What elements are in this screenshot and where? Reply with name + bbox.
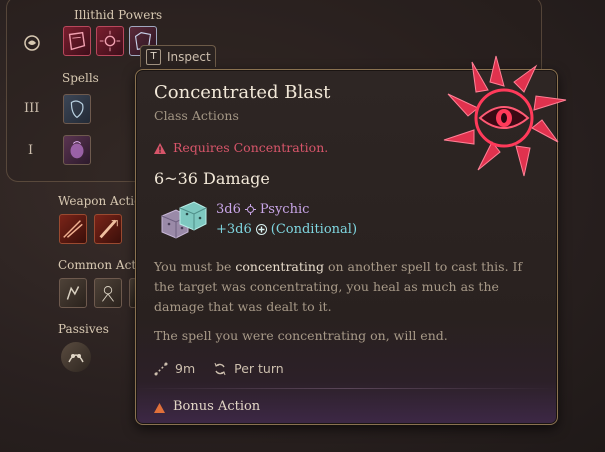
common-action-slot-1[interactable]: [59, 278, 87, 308]
inspect-tab[interactable]: T Inspect: [140, 45, 216, 67]
damage-line-psychic: 3d6 Psychic: [216, 202, 309, 217]
concentrated-blast-spell-icon: [438, 52, 572, 182]
illithid-power-slot-1[interactable]: [63, 26, 91, 56]
passive-slot-1[interactable]: [61, 342, 91, 372]
warning-triangle-icon: [154, 142, 166, 154]
tooltip-divider: [136, 388, 557, 389]
tooltip-description: You must be concentrating on another spe…: [154, 257, 546, 317]
spell-level-label-3: III: [24, 101, 40, 116]
weapon-action-slot-2[interactable]: [94, 214, 122, 244]
section-title-common: Common Acti: [58, 258, 140, 272]
tooltip-description-end: The spell you were concentrating on, wil…: [154, 328, 448, 343]
damage-range: 6~36 Damage: [154, 169, 270, 188]
recharge-value: Per turn: [234, 361, 284, 376]
tooltip-subtitle: Class Actions: [154, 108, 239, 123]
spell-slot-level3[interactable]: [63, 94, 91, 124]
heal-plus-icon: [255, 224, 267, 235]
spell-slot-level1[interactable]: [63, 135, 91, 165]
damage-type-1: Psychic: [259, 202, 310, 217]
damage-type-2: (Conditional): [270, 222, 358, 237]
recharge-icon: [213, 362, 227, 376]
requirement-text: Requires Concentration.: [173, 140, 329, 155]
inspect-label: Inspect: [167, 49, 211, 64]
psychic-icon: [244, 204, 256, 215]
tooltip-stats: 9m Per turn: [154, 361, 284, 376]
dice-icon: [158, 200, 210, 244]
common-action-slot-2[interactable]: [94, 278, 122, 308]
range-icon: [154, 362, 168, 376]
spell-level-label-1: I: [28, 143, 34, 158]
illithid-brain-icon: [23, 34, 41, 52]
recharge-stat: Per turn: [213, 361, 284, 376]
section-title-illithid: Illithid Powers: [74, 8, 163, 22]
weapon-action-slot-1[interactable]: [59, 214, 87, 244]
tooltip-title: Concentrated Blast: [154, 82, 331, 103]
damage-dice-2: +3d6: [216, 222, 252, 237]
action-cost-row: Bonus Action: [154, 399, 260, 414]
description-keyword: concentrating: [235, 259, 324, 274]
damage-line-conditional: +3d6 (Conditional): [216, 222, 357, 237]
damage-dice-1: 3d6: [216, 202, 241, 217]
illithid-power-slot-2[interactable]: [96, 26, 124, 56]
inspect-keycap: T: [146, 48, 161, 65]
action-cost-label: Bonus Action: [173, 399, 261, 414]
section-title-spells: Spells: [62, 71, 99, 85]
range-value: 9m: [175, 361, 196, 376]
section-title-passives: Passives: [58, 322, 109, 336]
range-stat: 9m: [154, 361, 195, 376]
bonus-action-triangle-icon: [154, 402, 165, 413]
description-part-1: You must be: [154, 259, 236, 274]
section-title-weapon: Weapon Actio: [58, 194, 142, 208]
requirement-row: Requires Concentration.: [154, 140, 328, 155]
